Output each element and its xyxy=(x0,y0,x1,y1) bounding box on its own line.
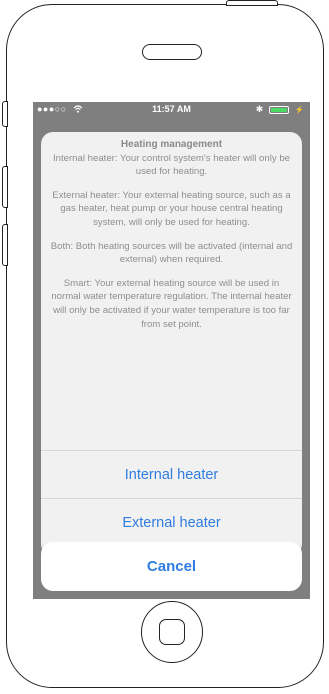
bluetooth-icon: ✱ xyxy=(255,104,264,114)
external-heater-button[interactable]: External heater xyxy=(41,499,302,546)
internal-heater-button[interactable]: Internal heater xyxy=(41,451,302,498)
charging-icon: ⚡ xyxy=(295,106,304,114)
status-bar: ●●●○○ 11:57 AM ✱ ⚡ xyxy=(33,102,310,118)
sheet-message: Heating management Internal heater: Your… xyxy=(41,132,302,331)
paragraph-external: External heater: Your external heating s… xyxy=(52,189,291,228)
volume-up-button xyxy=(2,166,8,208)
paragraph-internal: Internal heater: Your control system's h… xyxy=(52,152,290,178)
cancel-button[interactable]: Cancel xyxy=(41,542,302,591)
status-right: ✱ ⚡ xyxy=(256,104,304,115)
paragraph-smart: Smart: Your external heating source will… xyxy=(51,277,292,330)
home-button-square-icon xyxy=(159,619,185,645)
screen: ●●●○○ 11:57 AM ✱ ⚡ Heating management In… xyxy=(33,102,310,599)
mute-switch xyxy=(2,101,8,127)
sheet-title: Heating management xyxy=(120,139,223,150)
action-sheet: Heating management Internal heater: Your… xyxy=(41,132,302,556)
earpiece-speaker xyxy=(142,44,202,60)
volume-down-button xyxy=(2,224,8,266)
paragraph-both: Both: Both heating sources will be activ… xyxy=(50,240,293,266)
ringer-switch xyxy=(226,0,278,6)
battery-icon xyxy=(269,105,290,114)
